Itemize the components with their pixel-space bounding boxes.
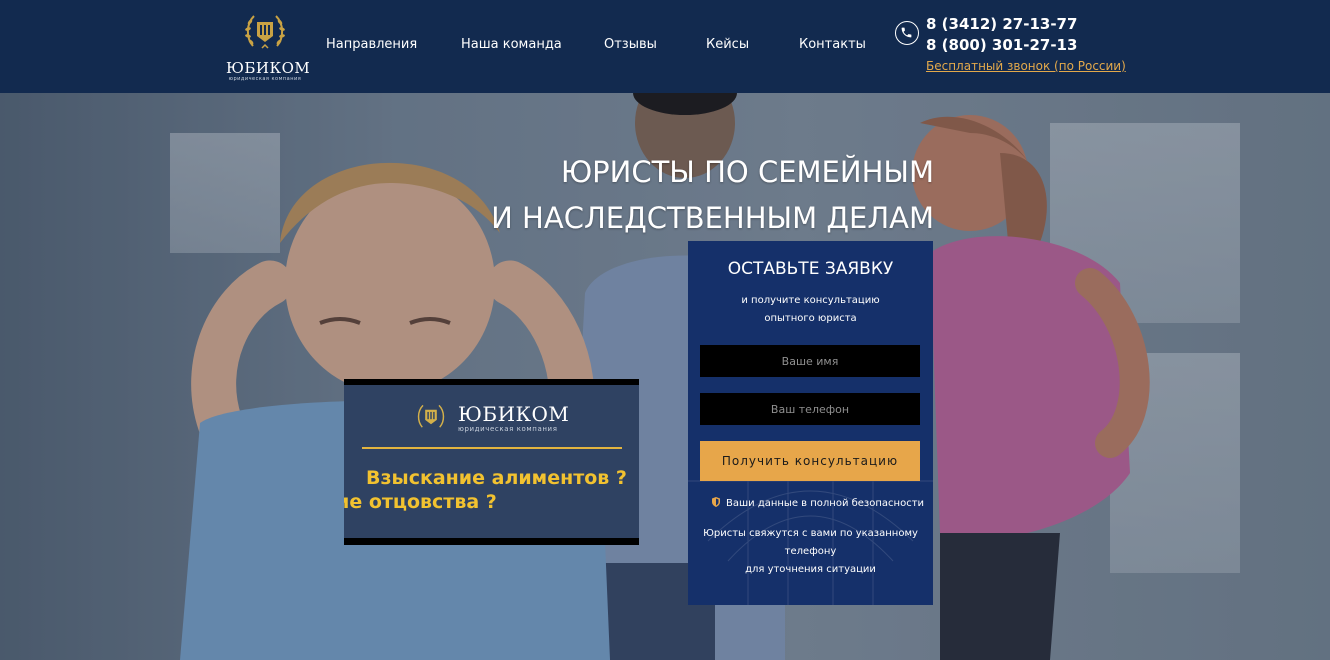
hero-title: ЮРИСТЫ ПО СЕМЕЙНЫМ И НАСЛЕДСТВЕННЫМ ДЕЛА… — [300, 149, 934, 241]
company-logo[interactable]: ЮБИКОМ юридическая компания — [226, 8, 311, 84]
logo-subtitle: юридическая компания — [228, 76, 302, 82]
callback-note-line3: для уточнения ситуации — [745, 564, 876, 575]
consultation-form: ОСТАВЬТЕ ЗАЯВКУ и получите консультацию … — [688, 241, 933, 605]
callback-note-line1: Юристы свяжутся с вами по указанному — [703, 528, 918, 539]
phone-icon[interactable] — [895, 21, 919, 45]
logo-name: ЮБИКОМ — [226, 59, 311, 77]
banner-logo-name: ЮБИКОМ — [458, 402, 570, 426]
free-call-link[interactable]: Бесплатный звонок (по России) — [926, 59, 1126, 73]
name-input[interactable] — [700, 345, 920, 377]
hero-title-line2: И НАСЛЕДСТВЕННЫМ ДЕЛАМ — [491, 201, 934, 235]
phone-number-local[interactable]: 8 (3412) 27-13-77 — [926, 15, 1077, 33]
banner-text-alimony: Взыскание алиментов ? — [366, 467, 627, 489]
nav-item-cases[interactable]: Кейсы — [706, 37, 749, 52]
banner-divider — [362, 447, 622, 449]
banner-text-paternity: ие отцовства ? — [344, 491, 497, 513]
form-subtitle-line1: и получите консультацию — [741, 295, 880, 306]
shield-icon — [712, 497, 720, 507]
laurel-emblem-icon — [245, 15, 285, 49]
nav-item-reviews[interactable]: Отзывы — [604, 37, 657, 52]
nav-item-team[interactable]: Наша команда — [461, 37, 562, 52]
get-consultation-button[interactable]: Получить консультацию — [700, 441, 920, 481]
hero-title-line1: ЮРИСТЫ ПО СЕМЕЙНЫМ — [560, 155, 934, 189]
callback-note-line2: телефону — [784, 546, 837, 557]
phone-input[interactable] — [700, 393, 920, 425]
nav-item-contacts[interactable]: Контакты — [799, 37, 866, 52]
nav-item-directions[interactable]: Направления — [326, 37, 417, 52]
video-banner-frame: ЮБИКОМ юридическая компания Взыскание ал… — [344, 385, 639, 538]
phone-number-tollfree[interactable]: 8 (800) 301-27-13 — [926, 36, 1077, 54]
callback-note: Юристы свяжутся с вами по указанному тел… — [688, 525, 933, 579]
form-subtitle-line2: опытного юриста — [764, 313, 857, 324]
laurel-emblem-icon — [417, 404, 445, 428]
form-title: ОСТАВЬТЕ ЗАЯВКУ — [727, 259, 894, 279]
handset-icon — [901, 27, 912, 38]
security-note: Ваши данные в полной безопасности — [712, 497, 925, 509]
site-header: ЮБИКОМ юридическая компания Направления … — [0, 0, 1330, 93]
video-banner[interactable]: ЮБИКОМ юридическая компания Взыскание ал… — [344, 379, 639, 545]
form-subtitle: и получите консультацию опытного юриста — [688, 292, 933, 328]
security-note-text: Ваши данные в полной безопасности — [726, 498, 925, 509]
banner-logo-subtitle: юридическая компания — [458, 425, 558, 433]
